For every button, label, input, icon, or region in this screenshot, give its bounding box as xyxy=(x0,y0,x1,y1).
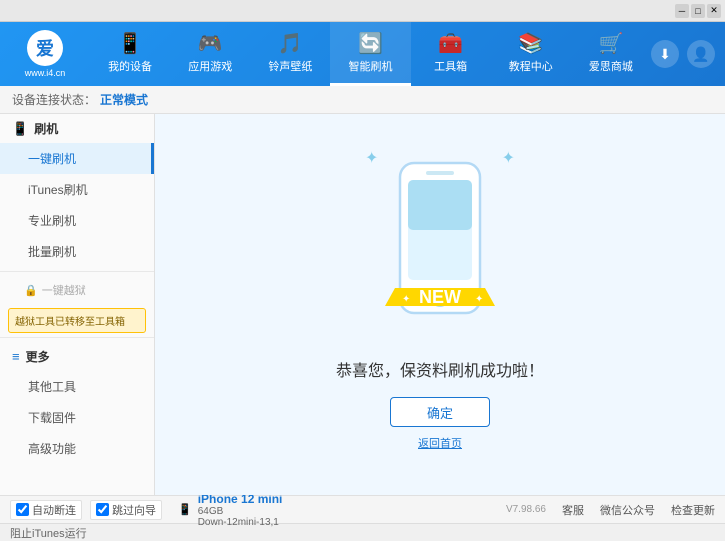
status-bar: 设备连接状态： 正常模式 xyxy=(0,86,725,114)
phone-illustration: ✦ ✦ NEW ✦ ✦ xyxy=(380,158,500,341)
logo-icon: 爱 xyxy=(27,30,63,66)
nav-flash-label: 智能刷机 xyxy=(348,58,392,74)
toolbox-icon: 🧰 xyxy=(438,31,463,56)
nav-apps[interactable]: 🎮 应用游戏 xyxy=(170,22,250,86)
sidebar-section-more: ≡ 更多 xyxy=(0,342,154,371)
phone-svg: NEW ✦ ✦ xyxy=(380,158,500,338)
minimize-button[interactable]: ─ xyxy=(675,4,689,18)
auto-disconnect-input[interactable] xyxy=(16,503,29,516)
maximize-button[interactable]: □ xyxy=(691,4,705,18)
sidebar-item-advanced[interactable]: 高级功能 xyxy=(0,433,154,464)
phone-small-icon: 📱 xyxy=(178,503,192,516)
bottom-bar: 自动断连 跳过向导 📱 iPhone 12 mini 64GB Down-12m… xyxy=(0,495,725,523)
other-tools-label: 其他工具 xyxy=(28,380,76,394)
status-value: 正常模式 xyxy=(100,91,148,108)
confirm-button[interactable]: 确定 xyxy=(390,397,490,427)
title-bar: ─ □ ✕ xyxy=(0,0,725,22)
header: 爱 www.i4.cn 📱 我的设备 🎮 应用游戏 🎵 铃声壁纸 🔄 智能刷机 … xyxy=(0,22,725,86)
sidebar-item-other-tools[interactable]: 其他工具 xyxy=(0,371,154,402)
sparkle-left-icon: ✦ xyxy=(365,148,378,168)
nav-shop-label: 爱思商城 xyxy=(589,58,633,74)
device-storage: 64GB xyxy=(198,506,283,517)
nav-shop[interactable]: 🛒 爱思商城 xyxy=(571,22,651,86)
batch-flash-label: 批量刷机 xyxy=(28,245,76,259)
onekey-flash-label: 一键刷机 xyxy=(28,152,76,166)
go-home-link[interactable]: 返回首页 xyxy=(418,435,462,451)
nav-apps-label: 应用游戏 xyxy=(188,58,232,74)
sidebar-section-flash: 📱 刷机 xyxy=(0,114,154,143)
sidebar-item-pro-flash[interactable]: 专业刷机 xyxy=(0,205,154,236)
nav-my-device[interactable]: 📱 我的设备 xyxy=(90,22,170,86)
success-text: 恭喜您，保资料刷机成功啦！ xyxy=(336,357,544,381)
check-update-link[interactable]: 检查更新 xyxy=(671,502,715,518)
nav-ringtone[interactable]: 🎵 铃声壁纸 xyxy=(250,22,330,86)
my-device-icon: 📱 xyxy=(118,31,143,56)
status-label: 设备连接状态： xyxy=(12,91,96,108)
logo-area[interactable]: 爱 www.i4.cn xyxy=(0,30,90,78)
device-details: iPhone 12 mini 64GB Down-12mini-13,1 xyxy=(198,492,283,528)
svg-text:✦: ✦ xyxy=(475,294,483,305)
itunes-status-text: 阻止iTunes运行 xyxy=(10,525,87,541)
nav-flash[interactable]: 🔄 智能刷机 xyxy=(330,22,410,86)
download-button[interactable]: ⬇ xyxy=(651,40,679,68)
sidebar-warning-box: 越狱工具已转移至工具箱 xyxy=(8,308,146,333)
nav-ringtone-label: 铃声壁纸 xyxy=(268,58,312,74)
nav-my-device-label: 我的设备 xyxy=(108,58,152,74)
shop-icon: 🛒 xyxy=(598,31,623,56)
sidebar-item-download-fw[interactable]: 下载固件 xyxy=(0,402,154,433)
more-section-icon: ≡ xyxy=(12,349,20,364)
sidebar-item-onekey-flash[interactable]: 一键刷机 xyxy=(0,143,154,174)
pro-flash-label: 专业刷机 xyxy=(28,214,76,228)
nav-tutorial-label: 教程中心 xyxy=(509,58,553,74)
sparkle-right-icon: ✦ xyxy=(502,148,515,168)
nav-tutorial[interactable]: 📚 教程中心 xyxy=(491,22,571,86)
ringtone-icon: 🎵 xyxy=(278,31,303,56)
flash-icon: 🔄 xyxy=(358,31,383,56)
flash-section-icon: 📱 xyxy=(12,121,28,137)
logo-url: www.i4.cn xyxy=(25,68,66,78)
lock-icon: 🔒 xyxy=(24,284,38,297)
sidebar-divider-2 xyxy=(0,337,154,338)
svg-text:NEW: NEW xyxy=(419,287,461,307)
sidebar-disabled-jailbreak: 🔒 一键越狱 xyxy=(0,276,154,304)
advanced-label: 高级功能 xyxy=(28,442,76,456)
download-fw-label: 下载固件 xyxy=(28,411,76,425)
itunes-flash-label: iTunes刷机 xyxy=(28,183,88,197)
warning-text: 越狱工具已转移至工具箱 xyxy=(15,317,125,328)
sidebar-divider-1 xyxy=(0,271,154,272)
device-firmware: Down-12mini-13,1 xyxy=(198,517,283,528)
sidebar-item-batch-flash[interactable]: 批量刷机 xyxy=(0,236,154,267)
skip-wizard-input[interactable] xyxy=(96,503,109,516)
main-layout: 📱 刷机 一键刷机 iTunes刷机 专业刷机 批量刷机 🔒 一键越狱 越狱工具… xyxy=(0,114,725,495)
sidebar: 📱 刷机 一键刷机 iTunes刷机 专业刷机 批量刷机 🔒 一键越狱 越狱工具… xyxy=(0,114,155,495)
auto-disconnect-label: 自动断连 xyxy=(32,502,76,518)
skip-wizard-checkbox[interactable]: 跳过向导 xyxy=(90,500,162,520)
apps-icon: 🎮 xyxy=(198,31,223,56)
skip-wizard-label: 跳过向导 xyxy=(112,502,156,518)
bottom-left: 自动断连 跳过向导 📱 iPhone 12 mini 64GB Down-12m… xyxy=(10,492,506,528)
svg-text:✦: ✦ xyxy=(402,294,410,305)
jailbreak-label: 一键越狱 xyxy=(42,282,86,298)
flash-section-title: 刷机 xyxy=(34,120,58,137)
version-info: V7.98.66 xyxy=(506,504,546,515)
customer-service-link[interactable]: 客服 xyxy=(562,502,584,518)
device-info: 📱 iPhone 12 mini 64GB Down-12mini-13,1 xyxy=(178,492,282,528)
auto-disconnect-checkbox[interactable]: 自动断连 xyxy=(10,500,82,520)
close-button[interactable]: ✕ xyxy=(707,4,721,18)
nav-items: 📱 我的设备 🎮 应用游戏 🎵 铃声壁纸 🔄 智能刷机 🧰 工具箱 📚 教程中心… xyxy=(90,22,651,86)
content-area: ✦ ✦ NEW ✦ ✦ xyxy=(155,114,725,495)
bottom-right: V7.98.66 客服 微信公众号 检查更新 xyxy=(506,502,715,518)
nav-toolbox-label: 工具箱 xyxy=(434,58,467,74)
user-button[interactable]: 👤 xyxy=(687,40,715,68)
sidebar-item-itunes-flash[interactable]: iTunes刷机 xyxy=(0,174,154,205)
wechat-link[interactable]: 微信公众号 xyxy=(600,502,655,518)
tutorial-icon: 📚 xyxy=(518,31,543,56)
more-section-title: 更多 xyxy=(26,348,50,365)
nav-toolbox[interactable]: 🧰 工具箱 xyxy=(411,22,491,86)
nav-right: ⬇ 👤 xyxy=(651,40,725,68)
